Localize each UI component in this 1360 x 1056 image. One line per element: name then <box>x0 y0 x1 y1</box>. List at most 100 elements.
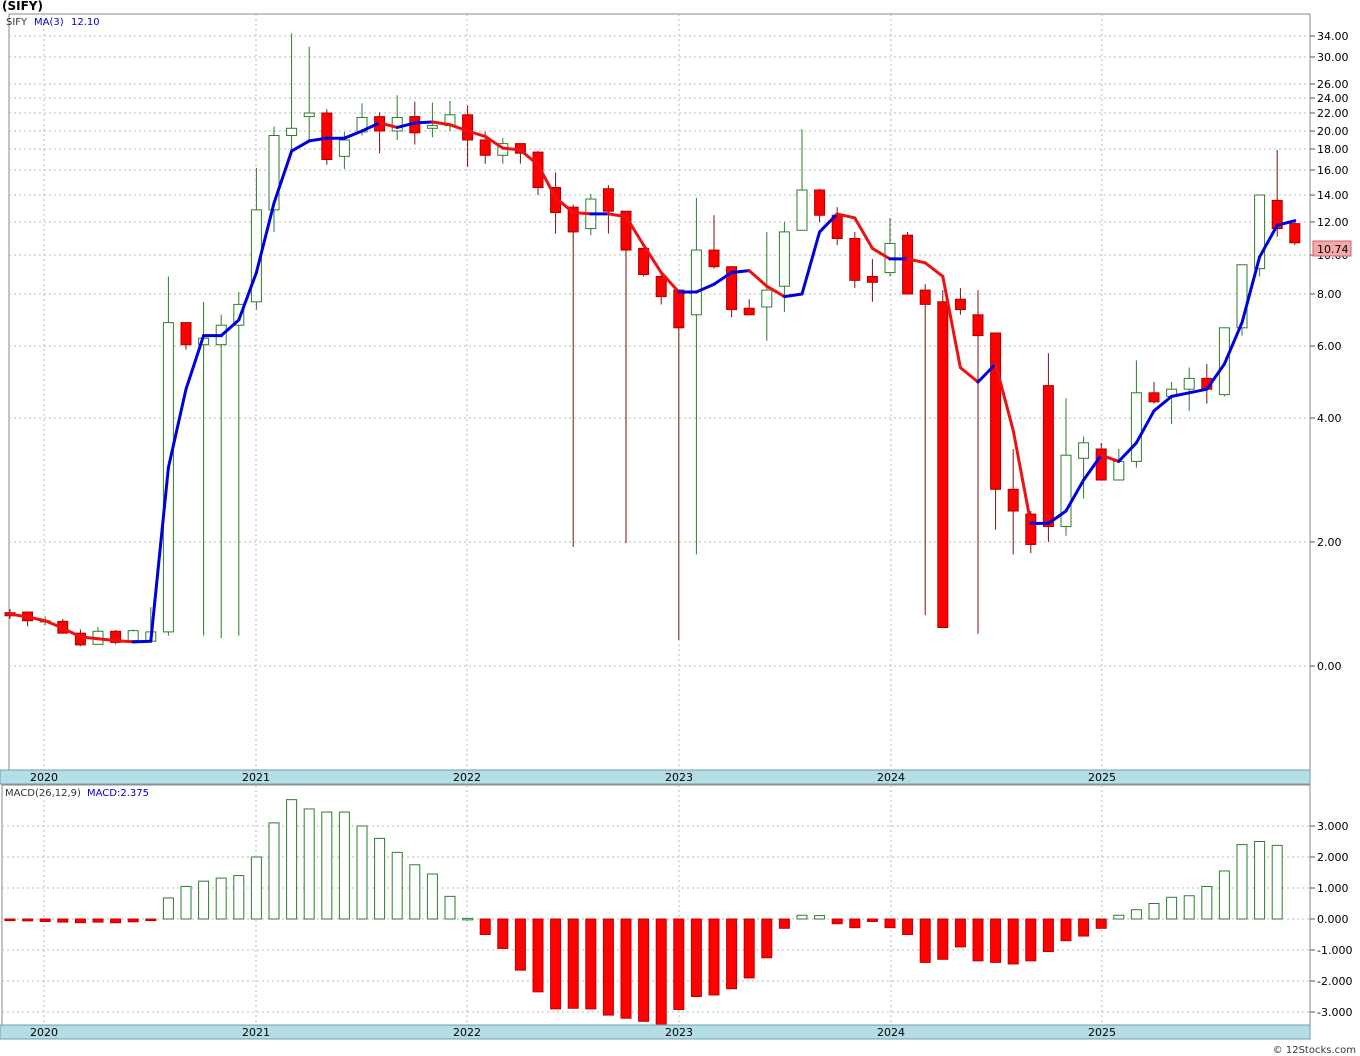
macd-bar <box>215 877 227 920</box>
macd-bar <box>1060 918 1072 942</box>
price-legend: SIFY MA(3) 12.10 <box>6 17 100 28</box>
macd-bar <box>321 811 333 920</box>
macd-bar <box>743 918 755 979</box>
last-price-tag: 10.74 <box>1312 240 1352 257</box>
candle <box>902 231 914 295</box>
macd-bar <box>726 918 738 990</box>
macd-bar <box>444 895 456 920</box>
macd-bar <box>761 918 773 959</box>
price-y-axis: 34.00 30.00 26.0024.00 22.00 20.00 18.00 16.00… <box>1310 30 1349 673</box>
candle <box>937 290 949 629</box>
macd-bar <box>1095 918 1107 929</box>
candle-body <box>690 249 702 316</box>
macd-bar <box>479 918 491 935</box>
date-label: 2020 <box>30 771 58 784</box>
macd-bar <box>778 918 790 929</box>
footer-credit: © 12Stocks.com <box>1272 1045 1356 1056</box>
macd-bar <box>1042 918 1054 953</box>
candle-body <box>602 188 614 212</box>
price-tick-label: 16.00 <box>1317 164 1349 177</box>
macd-tick-label: 1.000 <box>1317 882 1349 895</box>
legend-ma-value: 12.10 <box>71 17 100 28</box>
macd-bar <box>426 873 438 920</box>
date-label: 2023 <box>665 771 693 784</box>
macd-bar <box>92 918 104 923</box>
ma3-segment <box>131 639 153 644</box>
candle-body <box>127 630 139 642</box>
price-panel: 34.00 30.00 26.0024.00 22.00 20.00 18.00 16.00… <box>4 13 1352 772</box>
candle <box>849 231 861 289</box>
macd-y-axis: 3.000 2.000 1.000 0.000 -1.000 -2.000 -3.000 <box>1310 820 1352 1019</box>
macd-tick-label: -1.000 <box>1317 944 1352 957</box>
price-tick-label: 6.00 <box>1317 340 1342 353</box>
macd-bar <box>831 918 843 925</box>
candle-body <box>814 189 826 216</box>
legend-symbol: SIFY <box>6 17 28 28</box>
macd-bar <box>409 864 421 920</box>
candle-body <box>303 112 315 118</box>
candle-body <box>708 249 720 268</box>
candle-body <box>866 275 878 283</box>
candle-body <box>338 139 350 157</box>
candle-body <box>180 322 192 346</box>
date-label: 2022 <box>453 771 481 784</box>
macd-bar <box>602 918 614 1016</box>
price-tick-label: 12.00 <box>1317 216 1349 229</box>
macd-bar <box>1218 870 1230 920</box>
macd-bar <box>74 918 86 924</box>
candle-body <box>1289 223 1301 244</box>
candle-body <box>479 139 491 156</box>
ma3-segment <box>730 269 751 275</box>
date-label: 2025 <box>1088 1026 1116 1039</box>
macd-bar <box>4 918 16 922</box>
price-tick-label: 22.00 <box>1317 107 1349 120</box>
candle-body <box>1078 442 1090 459</box>
macd-bar <box>1130 909 1142 920</box>
candle-body <box>849 238 861 281</box>
macd-bar <box>198 880 210 920</box>
candle-body <box>990 332 1002 490</box>
date-label: 2023 <box>665 1026 693 1039</box>
candle-body <box>426 125 438 129</box>
candle-body <box>1042 385 1054 527</box>
macd-bar <box>866 918 878 922</box>
macd-bar <box>1254 841 1266 920</box>
macd-bar <box>145 918 157 922</box>
price-tick-label: 2.00 <box>1317 536 1342 549</box>
macd-bar <box>162 897 174 920</box>
candle-body <box>1007 488 1019 512</box>
macd-bar <box>990 918 1002 963</box>
candle-body <box>778 231 790 287</box>
legend-macd-label: MACD(26,12,9) <box>5 788 81 799</box>
macd-bar <box>708 918 720 996</box>
macd-bar <box>1271 844 1283 920</box>
macd-tick-label: 0.000 <box>1317 913 1349 926</box>
date-label: 2021 <box>242 771 270 784</box>
candle-body <box>1130 392 1142 462</box>
price-tick-label: 0.00 <box>1317 660 1342 673</box>
macd-bar <box>180 885 192 920</box>
macd-bar <box>532 918 544 993</box>
date-label: 2025 <box>1088 771 1116 784</box>
candle-body <box>286 127 298 137</box>
ma3-segment <box>114 639 135 644</box>
candle-body <box>919 289 931 305</box>
macd-bar <box>286 799 298 920</box>
macd-tick-label: 3.000 <box>1317 820 1349 833</box>
macd-bar <box>1236 844 1248 920</box>
macd-bar <box>1007 918 1019 965</box>
stock-chart: 34.00 30.00 26.0024.00 22.00 20.00 18.00 16.00… <box>0 13 1352 1040</box>
macd-bar <box>1183 895 1195 920</box>
macd-bar <box>972 918 984 962</box>
macd-bar <box>462 917 474 921</box>
macd-bar <box>338 811 350 920</box>
macd-bar <box>849 918 861 929</box>
macd-bar <box>937 918 949 960</box>
macd-bar <box>57 918 69 923</box>
date-label: 2022 <box>453 1026 481 1039</box>
macd-bar <box>514 918 526 971</box>
candle-body <box>391 117 403 132</box>
candle-body <box>655 275 667 298</box>
macd-bar <box>22 918 34 922</box>
macd-bar <box>497 918 509 949</box>
